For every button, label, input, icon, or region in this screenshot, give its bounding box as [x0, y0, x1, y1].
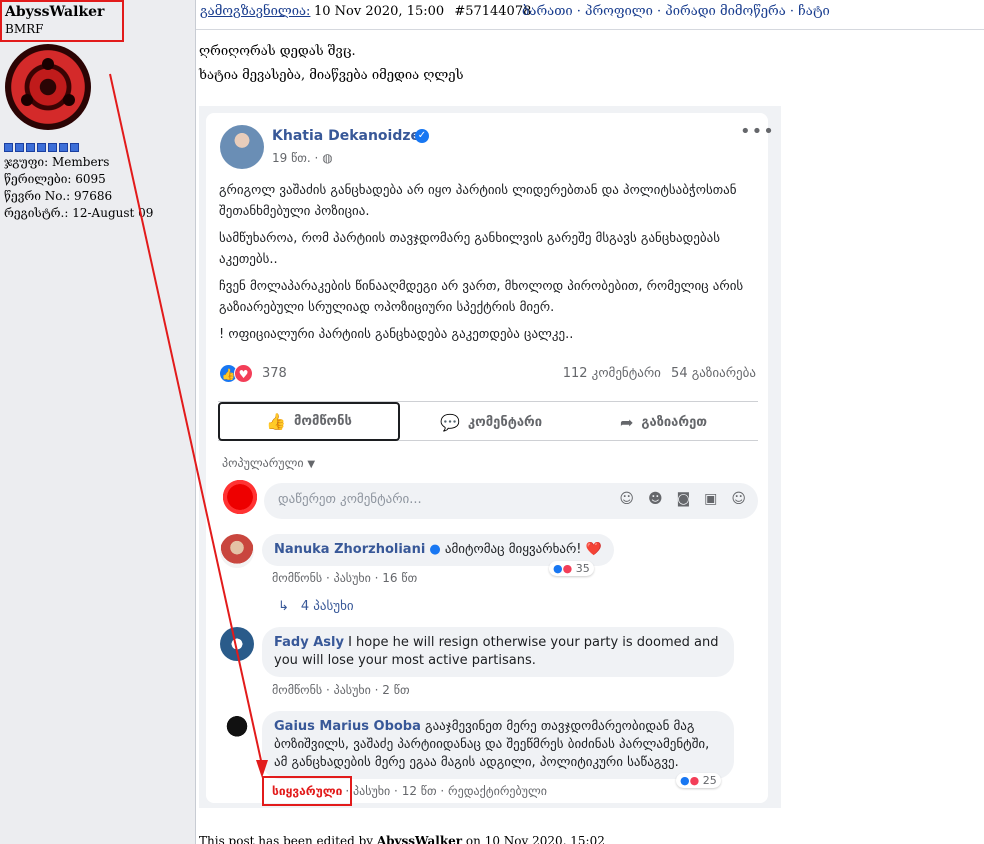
rank-pips [4, 143, 79, 152]
comment-like-link[interactable]: მომწონს [272, 571, 322, 585]
stickers-face-icon[interactable]: ☺ [731, 491, 746, 507]
comment-reactions[interactable]: ●● 25 [676, 773, 721, 788]
user-sidebar: AbyssWalker BMRF ჯგუფი: Members წერილები… [0, 0, 196, 844]
reaction-count[interactable]: 378 [262, 366, 287, 381]
caret-down-icon: ▼ [307, 459, 316, 470]
comment-time[interactable]: 2 წთ [382, 683, 409, 697]
commenter-name[interactable]: Gaius Marius Oboba [274, 719, 421, 734]
comment-reply-link[interactable]: პასუხი [334, 683, 371, 697]
verified-badge-icon: ● [429, 542, 441, 557]
post-paragraph-2: სამწუხაროა, რომ პარტიის თავჯდომარე განხი… [219, 231, 721, 267]
post-header: გამოგზავნილია: 10 Nov 2020, 15:00 #57144… [196, 0, 984, 30]
comment-time[interactable]: 12 წთ [402, 784, 437, 798]
username[interactable]: AbyssWalker [5, 4, 104, 20]
post-line-1: ღრიღორას დედას შვც. [199, 44, 356, 59]
commenter-avatar[interactable] [220, 627, 254, 661]
like-reaction-icon: ● [680, 774, 690, 787]
sort-label: პოპულარული [222, 456, 304, 470]
comment-time[interactable]: 16 წთ [382, 571, 417, 585]
author-avatar[interactable] [220, 125, 264, 169]
comment-love-link[interactable]: სიყვარული [272, 784, 342, 798]
comment-reply-link[interactable]: პასუხი [334, 571, 371, 585]
stat-member-no: წევრი No.: 97686 [4, 189, 113, 203]
comment-like-link[interactable]: მომწონს [272, 683, 322, 697]
action-bar: 👍 მომწონს 💬 კომენტარი ➦ გაზიარეთ [218, 401, 758, 441]
commenter-avatar[interactable] [220, 534, 254, 568]
post-date-text: 10 Nov 2020, 15:00 [314, 4, 445, 19]
edit-note-prefix: This post has been edited by [199, 834, 374, 844]
comment-edited-label[interactable]: რედაქტირებული [448, 784, 547, 798]
comment-reaction-count: 25 [702, 774, 717, 787]
user-title: BMRF [5, 22, 44, 36]
comment-reactions[interactable]: ●● 35 [549, 561, 594, 576]
emoji-icon[interactable]: ☻ [648, 491, 663, 507]
sticker-icon[interactable]: ☺ [619, 491, 634, 507]
edit-note-suffix: on 10 Nov 2020, 15:02 [465, 834, 605, 844]
gif-icon[interactable]: ▣ [704, 491, 717, 507]
love-reaction-icon: ● [562, 562, 573, 575]
post-paragraph-1: გრიგოლ ვაშაძის განცხადება არ იყო პარტიის… [219, 183, 737, 219]
post-profile-links[interactable]: ბარათი · პროფილი · პირადი მიმოწერა · ჩატ… [522, 4, 830, 19]
comment-reply-link[interactable]: პასუხი [353, 784, 390, 798]
post-time-text: 19 წთ. · [272, 151, 319, 165]
comments-count[interactable]: 112 კომენტარი [563, 366, 661, 381]
stat-posts: წერილები: 6095 [4, 172, 106, 186]
love-reaction-icon: ♥ [234, 364, 253, 383]
like-button[interactable]: 👍 მომწონს [218, 402, 400, 441]
share-button[interactable]: ➦ გაზიარეთ [620, 402, 707, 442]
verified-badge-icon: ✓ [415, 129, 429, 143]
like-button-label: მომწონს [293, 414, 352, 429]
comment-share-counts: 112 კომენტარი 54 გაზიარება [563, 366, 756, 381]
author-name[interactable]: Khatia Dekanoidze [272, 128, 420, 144]
stat-registered: რეგისტრ.: 12-August 09 [4, 206, 154, 220]
view-replies-link[interactable]: ↳ 4 პასუხი [278, 599, 354, 614]
comment-placeholder: დაწერეთ კომენტარი... [278, 492, 422, 507]
stat-group: ჯგუფი: Members [4, 155, 110, 169]
comment-tools: ☺ ☻ ◙ ▣ ☺ [619, 491, 746, 507]
replies-count: 4 პასუხი [300, 599, 354, 614]
current-user-avatar-scribbled [220, 477, 260, 517]
commenter-name[interactable]: Fady Asly [274, 635, 344, 650]
comment-text: ამიტომაც მიყვარხარ! ❤️ [444, 542, 602, 557]
post-line-2: ხატია მევასება, მიაწვება იმედია ღლეს [199, 68, 464, 83]
share-arrow-icon: ➦ [620, 412, 634, 432]
comment-reaction-count: 35 [575, 562, 590, 575]
comment-sort-dropdown[interactable]: პოპულარული ▼ [222, 456, 315, 470]
speech-bubble-icon: 💬 [440, 412, 460, 432]
commenter-name[interactable]: Nanuka Zhorzholiani [274, 542, 425, 557]
more-options-icon[interactable]: ••• [740, 121, 775, 142]
post-body: ღრიღორას დედას შვც. ხატია მევასება, მიაწ… [199, 40, 463, 88]
comment-meta: მომწონს · პასუხი · 16 წთ [272, 571, 418, 585]
post-date: 10 Nov 2020, 15:00 #57144078 [314, 4, 531, 19]
commenter-avatar[interactable] [220, 711, 254, 745]
facebook-post-card: Khatia Dekanoidze ✓ 19 წთ. · ◍ ••• გრიგო… [206, 113, 774, 803]
shares-count[interactable]: 54 გაზიარება [671, 366, 756, 381]
share-button-label: გაზიარეთ [641, 414, 708, 430]
post-sent-label[interactable]: გამოგზავნილია: [200, 4, 310, 19]
like-reaction-icon: ● [553, 562, 563, 575]
post-time[interactable]: 19 წთ. · ◍ [272, 151, 333, 165]
camera-icon[interactable]: ◙ [677, 491, 691, 507]
comment-meta: მომწონს · პასუხი · 2 წთ [272, 683, 410, 697]
post-id[interactable]: #57144078 [454, 4, 531, 19]
edit-note-editor[interactable]: AbyssWalker [377, 834, 462, 844]
edit-note: This post has been edited by AbyssWalker… [199, 834, 605, 844]
comment-button-label: კომენტარი [467, 414, 543, 430]
reaction-icons[interactable]: 👍 ♥ [219, 364, 259, 384]
comment-bubble: Fady Asly I hope he will resign otherwis… [262, 627, 734, 677]
comment-input[interactable]: დაწერეთ კომენტარი... ☺ ☻ ◙ ▣ ☺ [264, 483, 758, 519]
post-paragraph-3: ჩვენ მოლაპარაკების წინააღმდეგი არ ვართ, … [219, 279, 744, 315]
avatar [5, 44, 91, 130]
globe-icon: ◍ [322, 151, 333, 165]
thumbs-up-icon: 👍 [266, 412, 286, 431]
reply-arrow-icon: ↳ [278, 599, 289, 614]
post-paragraph-4: ! ოფიციალური პარტიის განცხადება გაკეთდებ… [219, 327, 574, 342]
love-reaction-icon: ● [689, 774, 700, 787]
comment-bubble: Gaius Marius Oboba გააჯმევინეთ მერე თავჯ… [262, 711, 734, 779]
comment-button[interactable]: 💬 კომენტარი [440, 402, 542, 442]
